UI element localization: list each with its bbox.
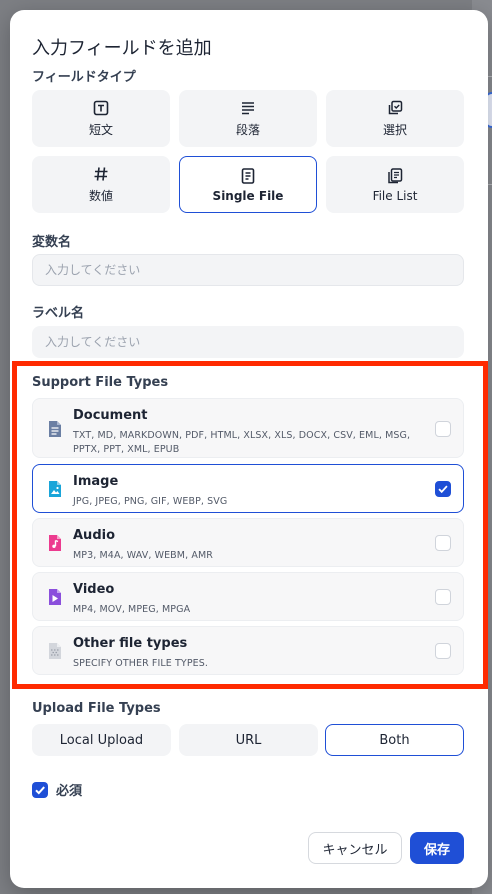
file-type-extensions: TXT, MD, MARKDOWN, PDF, HTML, XLSX, XLS,…: [73, 430, 411, 455]
required-toggle[interactable]: 必須: [32, 780, 82, 799]
variable-name-input[interactable]: [32, 254, 464, 286]
file-type-name: Image: [73, 474, 119, 489]
file-type-extensions: MP4, MOV, MPEG, MPGA: [73, 604, 191, 615]
field-type-paragraph[interactable]: 段落: [179, 90, 317, 147]
add-input-field-modal: 入力フィールドを追加 フィールドタイプ 短文 段落 選択 数値 Single F…: [10, 10, 488, 888]
file-type-checkbox[interactable]: [435, 643, 451, 659]
field-type-short-text[interactable]: 短文: [32, 90, 170, 147]
file-type-extensions: JPG, JPEG, PNG, GIF, WEBP, SVG: [73, 496, 228, 507]
support-file-types-label: Support File Types: [32, 375, 169, 390]
file-type-other[interactable]: Other file types SPECIFY OTHER FILE TYPE…: [32, 626, 464, 675]
image-icon: [49, 481, 61, 497]
field-type-number[interactable]: 数値: [32, 156, 170, 213]
file-type-video[interactable]: Video MP4, MOV, MPEG, MPGA: [32, 572, 464, 621]
field-type-label-text: File List: [372, 188, 418, 203]
variable-name-label: 変数名: [32, 235, 72, 250]
file-type-name: Other file types: [73, 636, 188, 651]
upload-option-url[interactable]: URL: [179, 724, 318, 756]
cancel-button[interactable]: キャンセル: [308, 832, 402, 864]
other-file-icon: [49, 643, 61, 659]
field-type-label-text: 短文: [88, 123, 113, 137]
file-type-extensions: SPECIFY OTHER FILE TYPES.: [73, 658, 208, 669]
file-type-name: Document: [73, 408, 148, 423]
select-stack-icon: [388, 100, 403, 115]
checkmark-icon: [35, 785, 45, 795]
upload-file-types-label: Upload File Types: [32, 701, 161, 716]
field-type-label: フィールドタイプ: [32, 70, 136, 85]
file-type-checkbox[interactable]: [435, 421, 451, 437]
required-checkbox[interactable]: [32, 781, 48, 798]
video-icon: [49, 589, 61, 605]
checkmark-icon: [438, 485, 448, 494]
upload-file-types-group: Local Upload URL Both: [32, 724, 464, 756]
field-type-label-text: 段落: [235, 123, 260, 137]
file-list-icon: [388, 167, 403, 183]
file-type-name: Audio: [73, 528, 116, 543]
file-type-checkbox[interactable]: [435, 535, 451, 551]
field-type-single-file[interactable]: Single File: [179, 156, 317, 213]
file-type-document[interactable]: Document TXT, MD, MARKDOWN, PDF, HTML, X…: [32, 398, 464, 458]
modal-title: 入力フィールドを追加: [32, 38, 212, 59]
field-type-file-list[interactable]: File List: [326, 156, 464, 213]
file-type-image[interactable]: Image JPG, JPEG, PNG, GIF, WEBP, SVG: [32, 464, 464, 513]
required-label: 必須: [56, 784, 83, 799]
field-type-grid: 短文 段落 選択 数値 Single File File List: [32, 90, 464, 214]
file-type-extensions: MP3, M4A, WAV, WEBM, AMR: [73, 550, 213, 561]
paragraph-lines-icon: [242, 102, 254, 115]
hash-icon: [94, 167, 108, 181]
text-box-icon: [93, 100, 109, 116]
field-type-label-text: 数値: [88, 189, 113, 203]
label-name-input[interactable]: [32, 326, 464, 358]
file-type-audio[interactable]: Audio MP3, M4A, WAV, WEBM, AMR: [32, 518, 464, 567]
document-icon: [49, 421, 61, 437]
upload-option-local[interactable]: Local Upload: [32, 724, 171, 756]
file-icon: [241, 167, 255, 184]
file-type-checkbox[interactable]: [435, 589, 451, 605]
file-type-name: Video: [73, 582, 115, 597]
label-name-label: ラベル名: [32, 306, 85, 321]
field-type-label-text: Single File: [212, 188, 284, 203]
upload-option-both[interactable]: Both: [325, 724, 464, 756]
field-type-select[interactable]: 選択: [326, 90, 464, 147]
audio-icon: [49, 535, 61, 551]
field-type-label-text: 選択: [382, 123, 407, 137]
file-type-checkbox-checked[interactable]: [435, 481, 451, 497]
save-button[interactable]: 保存: [410, 832, 464, 864]
